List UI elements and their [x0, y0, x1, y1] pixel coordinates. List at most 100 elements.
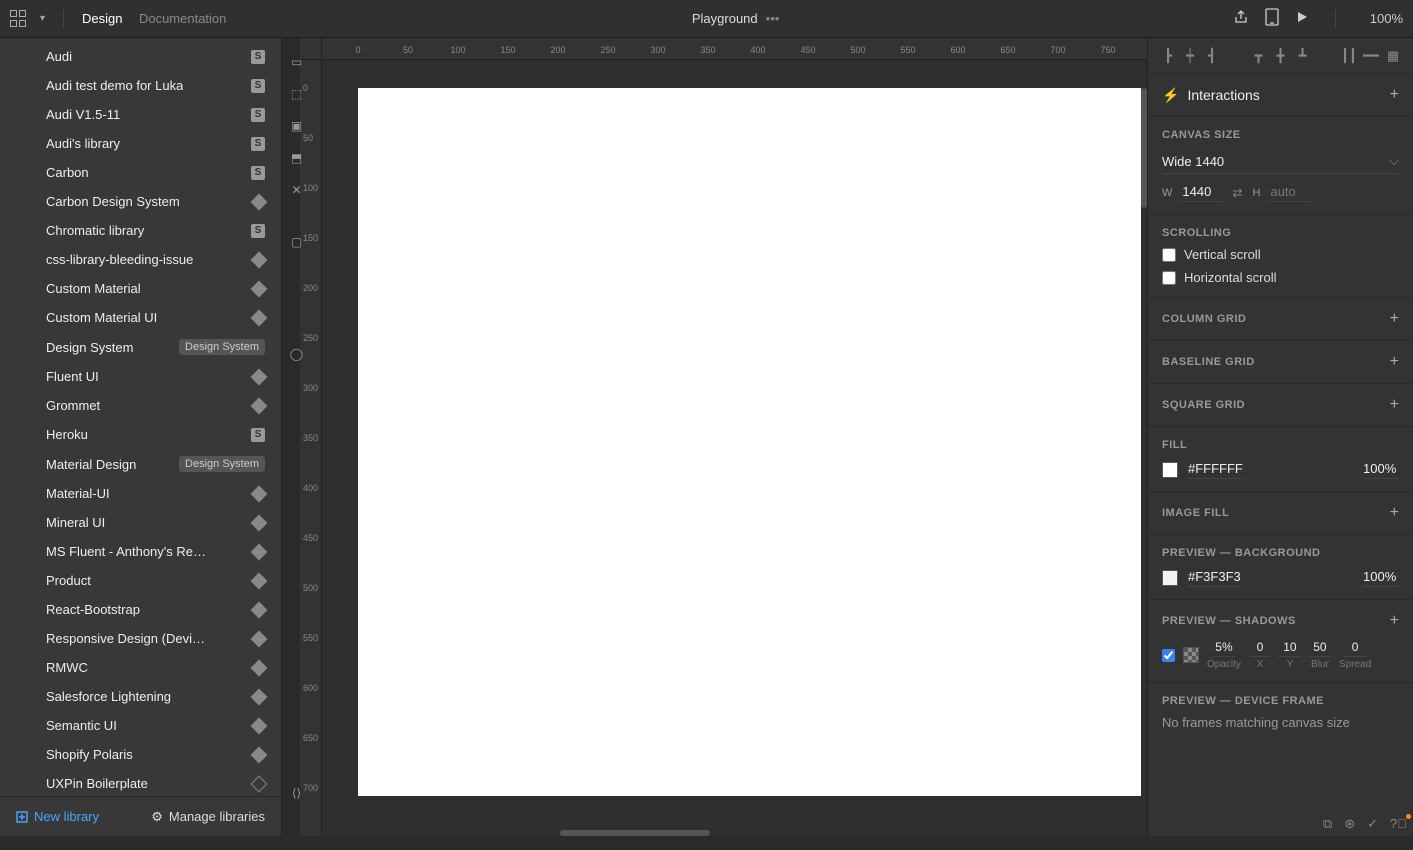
tool-icon[interactable]: ▭ — [283, 52, 310, 72]
tool-icon[interactable]: ▣ — [283, 116, 310, 136]
tool-icon[interactable]: ✕ — [283, 180, 310, 200]
ruler-horizontal[interactable]: 0501001502002503003504004505005506006507… — [322, 38, 1147, 60]
interactions-section[interactable]: ⚡Interactions + — [1148, 74, 1413, 117]
library-item[interactable]: Fluent UI — [0, 362, 281, 391]
align-top-icon[interactable]: ┳ — [1249, 46, 1269, 66]
library-item[interactable]: HerokuS — [0, 420, 281, 449]
tool-icon[interactable]: ▢ — [283, 232, 310, 252]
library-item[interactable]: Shopify Polaris — [0, 740, 281, 769]
library-item[interactable]: Design SystemDesign System — [0, 332, 281, 362]
library-item[interactable]: Audi's libraryS — [0, 129, 281, 158]
zoom-level[interactable]: 100% — [1370, 11, 1403, 26]
share-icon[interactable] — [1233, 9, 1249, 28]
canvas[interactable] — [358, 88, 1141, 796]
align-bottom-icon[interactable]: ┻ — [1293, 46, 1313, 66]
add-square-grid-button[interactable]: + — [1390, 396, 1399, 414]
preview-bg-swatch[interactable] — [1162, 570, 1178, 586]
grid-icon[interactable]: ▦ — [1383, 46, 1403, 66]
tool-icon[interactable]: ⟨⟩ — [283, 783, 310, 803]
library-item[interactable]: css-library-bleeding-issue — [0, 245, 281, 274]
fill-opacity-input[interactable]: 100% — [1363, 461, 1399, 479]
library-item[interactable]: React-Bootstrap — [0, 595, 281, 624]
baseline-grid-section[interactable]: BASELINE GRID+ — [1148, 341, 1413, 384]
library-item[interactable]: Chromatic libraryS — [0, 216, 281, 245]
tab-design[interactable]: Design — [82, 11, 122, 26]
shadow-opacity-input[interactable]: 5% — [1213, 640, 1235, 657]
column-grid-section[interactable]: COLUMN GRID+ — [1148, 298, 1413, 341]
distribute-v-icon[interactable]: ━━ — [1361, 46, 1381, 66]
library-item[interactable]: CarbonS — [0, 158, 281, 187]
ruler-tick: 300 — [650, 45, 665, 55]
library-name: Grommet — [46, 398, 100, 413]
preview-bg-hex-input[interactable]: #F3F3F3 — [1188, 569, 1241, 587]
preview-shadows-section: PREVIEW — SHADOWS + 5%Opacity 0X 10Y 50B… — [1148, 600, 1413, 683]
distribute-h-icon[interactable]: ┃┃ — [1339, 46, 1359, 66]
library-name: Responsive Design (DeviceVie... — [46, 631, 206, 646]
align-center-h-icon[interactable]: ┿ — [1180, 46, 1200, 66]
sync-status-icon[interactable]: ✓ — [1367, 816, 1378, 832]
library-name: Carbon — [46, 165, 89, 180]
library-item[interactable]: Grommet — [0, 391, 281, 420]
device-preview-icon[interactable] — [1265, 8, 1279, 29]
library-item[interactable]: RMWC — [0, 653, 281, 682]
shadow-blur-input[interactable]: 50 — [1309, 640, 1331, 657]
vertical-scroll-checkbox[interactable]: Vertical scroll — [1162, 247, 1399, 262]
square-grid-section[interactable]: SQUARE GRID+ — [1148, 384, 1413, 427]
shadow-x-input[interactable]: 0 — [1249, 640, 1271, 657]
library-item[interactable]: UXPin Boilerplate — [0, 769, 281, 796]
library-item[interactable]: Product — [0, 566, 281, 595]
add-interaction-button[interactable]: + — [1390, 86, 1399, 104]
add-column-grid-button[interactable]: + — [1390, 310, 1399, 328]
library-item[interactable]: Material-UI — [0, 479, 281, 508]
manage-libraries-button[interactable]: ⚙ Manage libraries — [151, 809, 265, 825]
shadow-color-swatch[interactable] — [1183, 647, 1199, 663]
add-shadow-button[interactable]: + — [1390, 612, 1399, 630]
document-menu-icon[interactable]: ••• — [766, 11, 780, 26]
shadow-y-input[interactable]: 10 — [1279, 640, 1301, 657]
library-item[interactable]: Semantic UI — [0, 711, 281, 740]
library-item[interactable]: Salesforce Lightening — [0, 682, 281, 711]
inspector-panel: ┣ ┿ ┫ ┳ ╋ ┻ ┃┃ ━━ ▦ ⚡Interactions + CANV… — [1147, 38, 1413, 836]
accessibility-icon[interactable]: ⊛ — [1344, 816, 1355, 832]
tab-documentation[interactable]: Documentation — [139, 11, 226, 26]
scrollbar-horizontal[interactable] — [560, 830, 710, 836]
fill-swatch[interactable] — [1162, 462, 1178, 478]
library-item[interactable]: MS Fluent - Anthony's Repo — [0, 537, 281, 566]
app-menu-icon[interactable] — [10, 10, 28, 28]
swap-wh-icon[interactable]: ⇄ — [1232, 186, 1242, 200]
library-item[interactable]: Carbon Design System — [0, 187, 281, 216]
shadow-spread-input[interactable]: 0 — [1344, 640, 1366, 657]
preview-bg-opacity-input[interactable]: 100% — [1363, 569, 1399, 587]
shadow-enabled-checkbox[interactable] — [1162, 649, 1175, 662]
align-left-icon[interactable]: ┣ — [1158, 46, 1178, 66]
play-icon[interactable] — [1295, 10, 1309, 27]
add-baseline-grid-button[interactable]: + — [1390, 353, 1399, 371]
tool-icon[interactable]: ◯ — [283, 344, 310, 364]
canvas-preset-dropdown[interactable]: Wide 1440⌵ — [1162, 149, 1399, 174]
align-right-icon[interactable]: ┫ — [1202, 46, 1222, 66]
horizontal-scroll-checkbox[interactable]: Horizontal scroll — [1162, 270, 1399, 285]
add-image-fill-button[interactable]: + — [1390, 504, 1399, 522]
library-item[interactable]: Audi test demo for LukaS — [0, 71, 281, 100]
libraries-list[interactable]: AudiSAudi test demo for LukaSAudi V1.5-1… — [0, 38, 281, 796]
tool-icon[interactable]: ⬒ — [283, 148, 310, 168]
image-fill-section[interactable]: IMAGE FILL+ — [1148, 492, 1413, 535]
app-menu-chevron[interactable]: ▾ — [40, 13, 45, 24]
library-item[interactable]: Audi V1.5-11S — [0, 100, 281, 129]
library-item[interactable]: Mineral UI — [0, 508, 281, 537]
canvas-height-input[interactable]: auto — [1270, 184, 1310, 202]
canvas-width-input[interactable]: 1440 — [1182, 184, 1222, 202]
align-middle-icon[interactable]: ╋ — [1271, 46, 1291, 66]
ruler-tick: 700 — [1050, 45, 1065, 55]
responsive-icon[interactable]: ⧉ — [1323, 816, 1332, 832]
tool-icon[interactable]: ⬚ — [283, 84, 310, 104]
library-item[interactable]: Custom Material UI — [0, 303, 281, 332]
help-icon[interactable]: ?⃝ — [1390, 816, 1407, 832]
fill-hex-input[interactable]: #FFFFFF — [1188, 461, 1243, 479]
library-item[interactable]: AudiS — [0, 42, 281, 71]
library-item[interactable]: Material DesignDesign System — [0, 449, 281, 479]
library-item[interactable]: Responsive Design (DeviceVie... — [0, 624, 281, 653]
library-item[interactable]: Custom Material — [0, 274, 281, 303]
new-library-button[interactable]: New library — [16, 809, 99, 824]
library-name: Chromatic library — [46, 223, 144, 238]
